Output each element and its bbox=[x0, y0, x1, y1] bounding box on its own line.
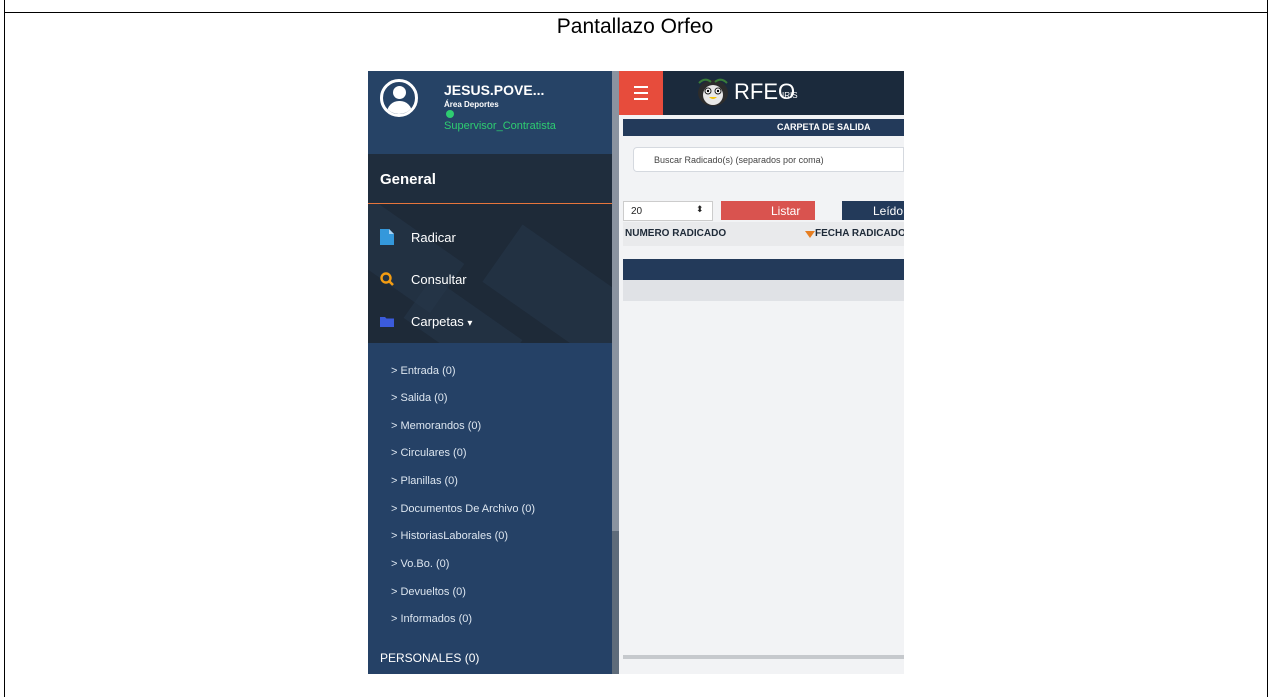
user-name: JESUS.POVE... bbox=[444, 82, 545, 98]
folder-item-salida[interactable]: > Salida (0) bbox=[391, 392, 448, 404]
folder-item-devueltos[interactable]: > Devueltos (0) bbox=[391, 586, 466, 598]
sidebar: JESUS.POVE... Área Deportes Supervisor_C… bbox=[368, 71, 614, 674]
table-row bbox=[623, 280, 904, 301]
personales-folder[interactable]: PERSONALES (0) bbox=[380, 651, 479, 665]
section-title: General bbox=[380, 171, 436, 188]
section-general: General bbox=[368, 154, 614, 204]
main-panel: RFEO IRIS CARPETA DE SALIDA Buscar Radic… bbox=[619, 71, 904, 674]
search-placeholder: Buscar Radicado(s) (separados por coma) bbox=[654, 155, 824, 165]
folder-header: CARPETA DE SALIDA bbox=[623, 119, 904, 136]
column-numero-radicado[interactable]: NUMERO RADICADO bbox=[625, 228, 726, 239]
folder-item-planillas[interactable]: > Planillas (0) bbox=[391, 475, 458, 487]
horizontal-scrollbar[interactable] bbox=[623, 655, 904, 659]
main-menu: Radicar Consultar Carpetas ▾ bbox=[368, 204, 614, 343]
app-screenshot: JESUS.POVE... Área Deportes Supervisor_C… bbox=[368, 71, 904, 674]
listar-button[interactable]: Listar bbox=[721, 201, 815, 220]
folder-item-memorandos[interactable]: > Memorandos (0) bbox=[391, 420, 481, 432]
page-size-select[interactable]: 20 ⬍ bbox=[623, 201, 713, 221]
user-role: Supervisor_Contratista bbox=[444, 120, 556, 132]
search-icon bbox=[380, 272, 394, 286]
user-profile: JESUS.POVE... Área Deportes Supervisor_C… bbox=[368, 71, 614, 154]
avatar-icon[interactable] bbox=[380, 79, 418, 117]
folder-icon bbox=[380, 317, 394, 327]
table-header: NUMERO RADICADO FECHA RADICADO bbox=[623, 222, 904, 246]
penguin-logo-icon bbox=[698, 78, 728, 106]
folder-item-informados[interactable]: > Informados (0) bbox=[391, 613, 472, 625]
updown-icon: ⬍ bbox=[696, 204, 704, 214]
document-title: Pantallazo Orfeo bbox=[556, 15, 714, 38]
folder-item-historias-laborales[interactable]: > HistoriasLaborales (0) bbox=[391, 530, 508, 542]
folder-item-circulares[interactable]: > Circulares (0) bbox=[391, 447, 467, 459]
hamburger-icon[interactable] bbox=[619, 71, 663, 115]
top-navbar: RFEO IRIS bbox=[619, 71, 904, 115]
folder-item-entrada[interactable]: > Entrada (0) bbox=[391, 365, 456, 377]
menu-label-carpetas: Carpetas bbox=[411, 314, 464, 329]
online-status-icon bbox=[446, 110, 454, 118]
document-rule bbox=[4, 12, 1268, 13]
page-size-value: 20 bbox=[631, 206, 643, 217]
sidebar-scrollbar[interactable] bbox=[612, 71, 619, 674]
folder-title: CARPETA DE SALIDA bbox=[777, 122, 871, 132]
sort-desc-icon[interactable] bbox=[805, 231, 815, 238]
logo-subtext: IRIS bbox=[782, 91, 798, 100]
folder-item-vobo[interactable]: > Vo.Bo. (0) bbox=[391, 558, 449, 570]
column-fecha-radicado[interactable]: FECHA RADICADO bbox=[815, 228, 904, 239]
user-area: Área Deportes bbox=[444, 100, 499, 109]
leidos-button[interactable]: Leído bbox=[842, 201, 904, 220]
scrollbar-thumb[interactable] bbox=[612, 71, 619, 531]
document-icon bbox=[380, 229, 394, 245]
search-input[interactable]: Buscar Radicado(s) (separados por coma) bbox=[633, 147, 904, 172]
table-row bbox=[623, 259, 904, 280]
chevron-down-icon: ▾ bbox=[467, 318, 473, 329]
folder-item-documentos-archivo[interactable]: > Documentos De Archivo (0) bbox=[391, 503, 535, 515]
